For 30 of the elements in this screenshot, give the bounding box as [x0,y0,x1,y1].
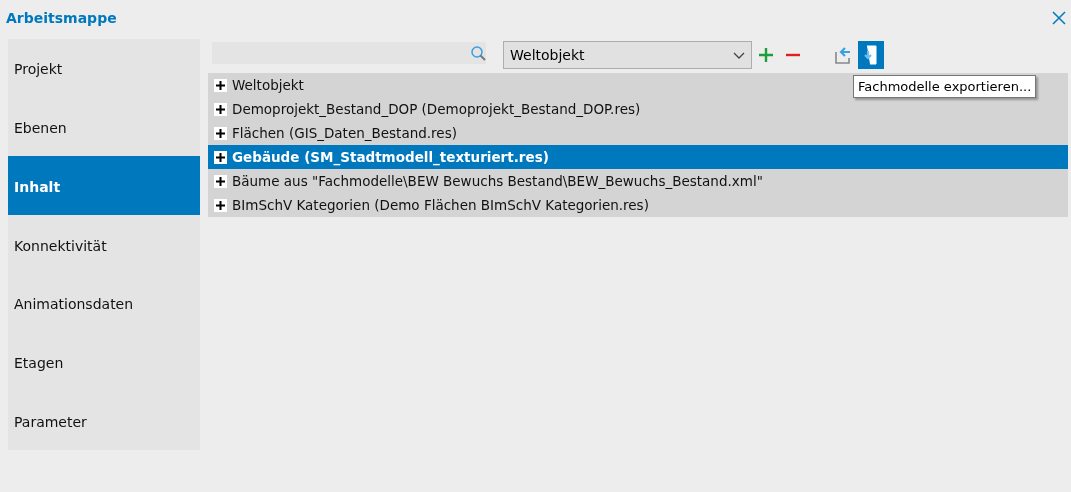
search-field[interactable] [212,42,486,64]
sidebar-item[interactable]: Etagen [8,332,200,392]
tooltip: Fachmodelle exportieren... [853,75,1037,98]
export-icon [863,45,879,65]
sidebar-item[interactable]: Projekt [8,39,200,98]
sidebar-item[interactable]: Ebenen [8,97,200,157]
expand-icon [214,78,227,92]
tree-item[interactable]: Weltobjekt [232,77,304,93]
chevron-down-icon [733,51,745,59]
export-button[interactable] [858,41,884,69]
sidebar-item[interactable]: Animationsdaten [8,273,200,333]
expand-icon [214,126,227,140]
import-icon [834,46,852,64]
expand-icon [214,150,227,164]
tree-item[interactable]: Flächen (GIS_Daten_Bestand.res) [232,125,457,141]
sidebar-item[interactable]: Parameter [8,391,200,451]
expand-icon [214,174,227,188]
tree-item[interactable]: BImSchV Kategorien (Demo Flächen BImSchV Kategorien.res) [232,197,649,213]
close-icon[interactable] [1052,10,1066,25]
window-title: Arbeitsmappe [6,9,117,26]
object-dropdown[interactable]: Weltobjekt [503,41,752,69]
tree-item[interactable]: Bäume aus "Fachmodelle\BEW Bewuchs Bestand\BEW_Bewuchs_Bestand.xml" [232,173,763,189]
tree-item[interactable]: Gebäude (SM_Stadtmodell_texturiert.res) [232,149,549,165]
sidebar-item[interactable]: Inhalt [8,156,200,216]
sidebar-item[interactable]: Konnektivität [8,215,200,274]
plus-icon [758,47,774,63]
search-icon [470,45,486,61]
expand-icon [214,198,227,212]
expand-icon [214,102,227,116]
tree-item[interactable]: Demoprojekt_Bestand_DOP (Demoprojekt_Bestand_DOP.res) [232,101,641,117]
